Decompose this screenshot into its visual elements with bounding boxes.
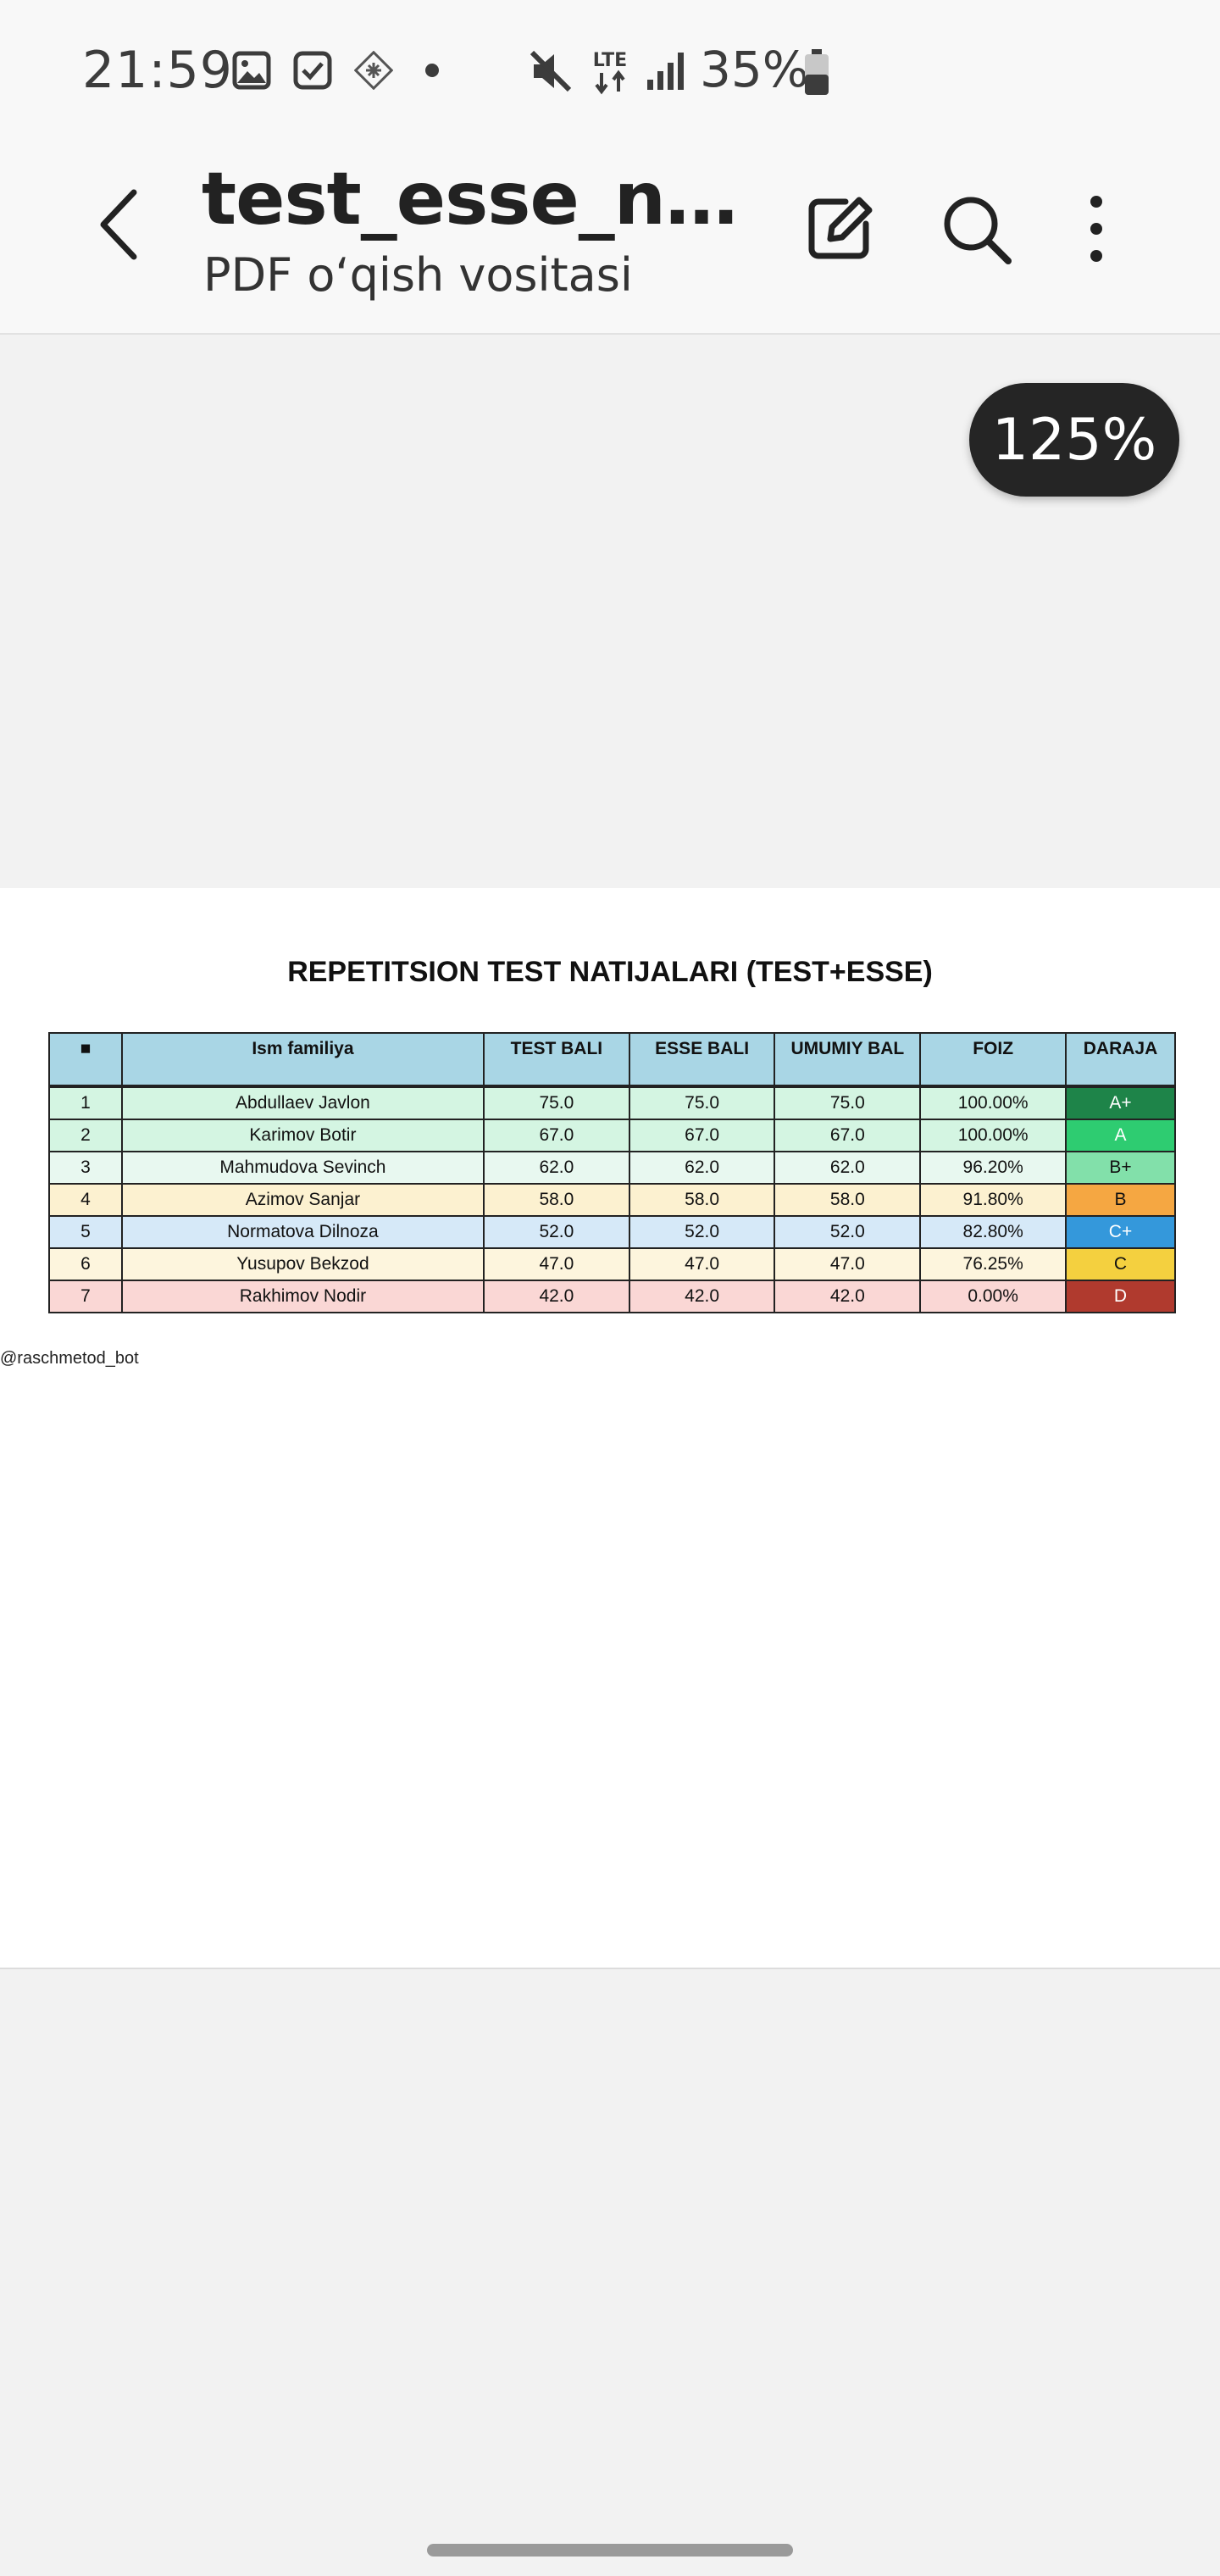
row-number-cell: 2 [48, 1119, 123, 1152]
app-bar: test_esse_natij… PDF o‘qish vositasi [0, 140, 1220, 335]
test-score-cell: 62.0 [483, 1151, 630, 1185]
svg-text:LTE: LTE [593, 50, 627, 71]
grade-cell: B+ [1065, 1151, 1176, 1185]
percent-cell: 100.00% [919, 1085, 1068, 1120]
percent-cell: 82.80% [919, 1215, 1068, 1249]
grade-cell: A+ [1065, 1085, 1176, 1120]
table-row: 4 Azimov Sanjar 58.0 58.0 58.0 91.80% B [48, 1183, 1176, 1217]
essay-score-cell: 62.0 [628, 1151, 776, 1185]
mute-icon [530, 50, 572, 92]
row-number-cell: 4 [48, 1183, 123, 1217]
column-header: ESSE BALI [628, 1032, 776, 1087]
total-score-cell: 75.0 [774, 1085, 922, 1120]
total-score-cell: 42.0 [774, 1280, 922, 1313]
student-name-cell: Karimov Botir [120, 1119, 485, 1152]
percent-cell: 100.00% [919, 1119, 1068, 1152]
test-score-cell: 42.0 [483, 1280, 630, 1313]
essay-score-cell: 67.0 [628, 1119, 776, 1152]
battery-icon [805, 49, 829, 95]
row-number-cell: 7 [48, 1280, 123, 1313]
student-name-cell: Yusupov Bekzod [120, 1247, 485, 1281]
essay-score-cell: 47.0 [628, 1247, 776, 1281]
app-subtitle: PDF o‘qish vositasi [203, 248, 633, 302]
grade-cell: C [1065, 1247, 1176, 1281]
grade-cell: C+ [1065, 1215, 1176, 1249]
pdf-page[interactable]: REPETITSION TEST NATIJALARI (TEST+ESSE) … [0, 888, 1220, 1969]
app-notification-icon [354, 51, 393, 90]
zoom-level-badge: 125% [969, 383, 1179, 497]
more-vert-icon[interactable] [1054, 186, 1139, 271]
test-score-cell: 58.0 [483, 1183, 630, 1217]
column-header: DARAJA [1065, 1032, 1176, 1087]
table-row: 7 Rakhimov Nodir 42.0 42.0 42.0 0.00% D [48, 1280, 1176, 1313]
battery-percent: 35% [700, 41, 809, 98]
table-row: 1 Abdullaev Javlon 75.0 75.0 75.0 100.00… [48, 1085, 1176, 1120]
percent-cell: 76.25% [919, 1247, 1068, 1281]
test-score-cell: 67.0 [483, 1119, 630, 1152]
table-row: 2 Karimov Botir 67.0 67.0 67.0 100.00% A [48, 1119, 1176, 1152]
table-row: 6 Yusupov Bekzod 47.0 47.0 47.0 76.25% C [48, 1247, 1176, 1281]
lte-data-icon: LTE [593, 50, 627, 95]
grade-cell: D [1065, 1280, 1176, 1313]
test-score-cell: 52.0 [483, 1215, 630, 1249]
student-name-cell: Rakhimov Nodir [120, 1280, 485, 1313]
essay-score-cell: 52.0 [628, 1215, 776, 1249]
status-bar: 21:59 LTE 35% [0, 0, 1220, 140]
results-table: ■ Ism familiya TEST BALI ESSE BALI UMUMI… [48, 1032, 1176, 1313]
percent-cell: 96.20% [919, 1151, 1068, 1185]
row-number-cell: 3 [48, 1151, 123, 1185]
image-notification-icon [232, 51, 271, 90]
total-score-cell: 47.0 [774, 1247, 922, 1281]
column-header: TEST BALI [483, 1032, 630, 1087]
student-name-cell: Azimov Sanjar [120, 1183, 485, 1217]
task-check-icon [293, 51, 332, 90]
test-score-cell: 75.0 [483, 1085, 630, 1120]
essay-score-cell: 42.0 [628, 1280, 776, 1313]
row-number-cell: 6 [48, 1247, 123, 1281]
column-header: UMUMIY BAL [774, 1032, 922, 1087]
back-icon[interactable] [85, 174, 169, 275]
search-icon[interactable] [934, 186, 1018, 271]
bot-credit: @raschmetod_bot [0, 1349, 139, 1368]
student-name-cell: Normatova Dilnoza [120, 1215, 485, 1249]
total-score-cell: 67.0 [774, 1119, 922, 1152]
total-score-cell: 58.0 [774, 1183, 922, 1217]
essay-score-cell: 75.0 [628, 1085, 776, 1120]
row-number-cell: 1 [48, 1085, 123, 1120]
total-score-cell: 52.0 [774, 1215, 922, 1249]
student-name-cell: Abdullaev Javlon [120, 1085, 485, 1120]
percent-cell: 0.00% [919, 1280, 1068, 1313]
row-number-cell: 5 [48, 1215, 123, 1249]
essay-score-cell: 58.0 [628, 1183, 776, 1217]
student-name-cell: Mahmudova Sevinch [120, 1151, 485, 1185]
total-score-cell: 62.0 [774, 1151, 922, 1185]
table-row: 5 Normatova Dilnoza 52.0 52.0 52.0 82.80… [48, 1215, 1176, 1249]
signal-icon [647, 53, 684, 90]
table-header-row: ■ Ism familiya TEST BALI ESSE BALI UMUMI… [48, 1032, 1176, 1087]
edit-icon[interactable] [796, 186, 881, 271]
test-score-cell: 47.0 [483, 1247, 630, 1281]
grade-cell: B [1065, 1183, 1176, 1217]
percent-cell: 91.80% [919, 1183, 1068, 1217]
column-header: FOIZ [919, 1032, 1068, 1087]
table-row: 3 Mahmudova Sevinch 62.0 62.0 62.0 96.20… [48, 1151, 1176, 1185]
grade-cell: A [1065, 1119, 1176, 1152]
more-notifications-dot-icon [425, 64, 439, 77]
column-header: Ism familiya [120, 1032, 485, 1087]
status-time: 21:59 [82, 41, 233, 100]
column-header: ■ [48, 1032, 123, 1087]
pdf-heading: REPETITSION TEST NATIJALARI (TEST+ESSE) [287, 956, 933, 988]
home-indicator[interactable] [427, 2544, 793, 2557]
document-title: test_esse_natij… [202, 157, 761, 242]
